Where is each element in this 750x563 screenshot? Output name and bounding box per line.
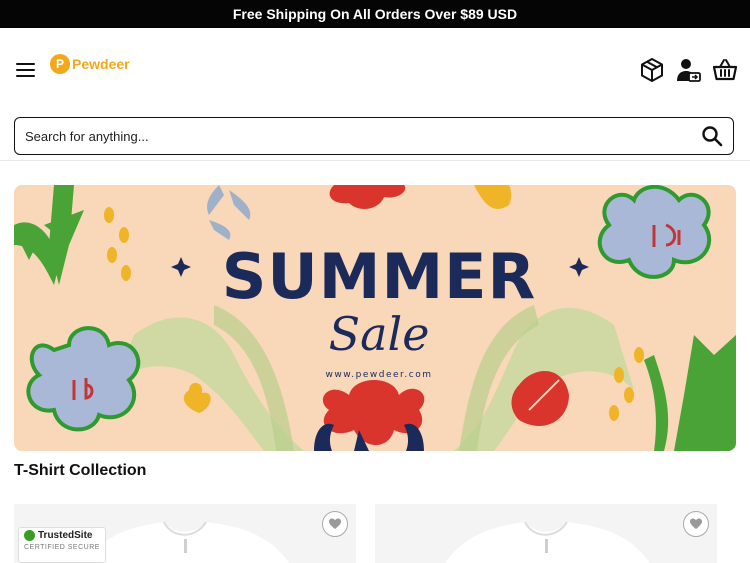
basket-icon <box>712 59 738 81</box>
header-divider <box>0 160 750 161</box>
heart-icon <box>690 518 702 529</box>
announcement-text: Free Shipping On All Orders Over $89 USD <box>232 6 518 22</box>
search-icon[interactable] <box>701 125 723 147</box>
announcement-bar: Free Shipping On All Orders Over $89 USD <box>0 0 750 28</box>
wishlist-button[interactable] <box>683 511 709 537</box>
menu-icon <box>16 63 35 65</box>
menu-button[interactable] <box>14 60 38 80</box>
user-icon <box>677 59 701 82</box>
banner-url: www.pewdeer.com <box>325 370 433 380</box>
collection-title: T-Shirt Collection <box>14 462 147 479</box>
trust-badge-name: TrustedSite <box>38 530 93 541</box>
account-button[interactable] <box>674 56 702 84</box>
trust-badge-caption: CERTIFIED SECURE <box>24 544 100 551</box>
logo[interactable]: P Pewdeer <box>50 52 130 76</box>
wishlist-button[interactable] <box>322 511 348 537</box>
trustedsite-badge[interactable]: TrustedSite CERTIFIED SECURE <box>18 527 106 563</box>
track-order-button[interactable] <box>638 56 666 84</box>
banner-title: SUMMER <box>221 240 537 313</box>
tshirt-image <box>445 521 650 563</box>
cart-button[interactable] <box>711 56 739 84</box>
search-input[interactable] <box>25 128 701 144</box>
site-header: P Pewdeer <box>0 28 750 112</box>
banner-subtitle: Sale <box>328 307 430 361</box>
logo-text: Pewdeer <box>72 56 130 72</box>
heart-icon <box>329 518 341 529</box>
search-bar <box>14 117 734 155</box>
check-icon <box>24 530 35 541</box>
product-card[interactable] <box>375 504 717 563</box>
package-icon <box>641 58 663 82</box>
logo-mark: P <box>50 54 70 74</box>
promo-banner[interactable]: SUMMER Sale www.pewdeer.com <box>14 185 736 451</box>
